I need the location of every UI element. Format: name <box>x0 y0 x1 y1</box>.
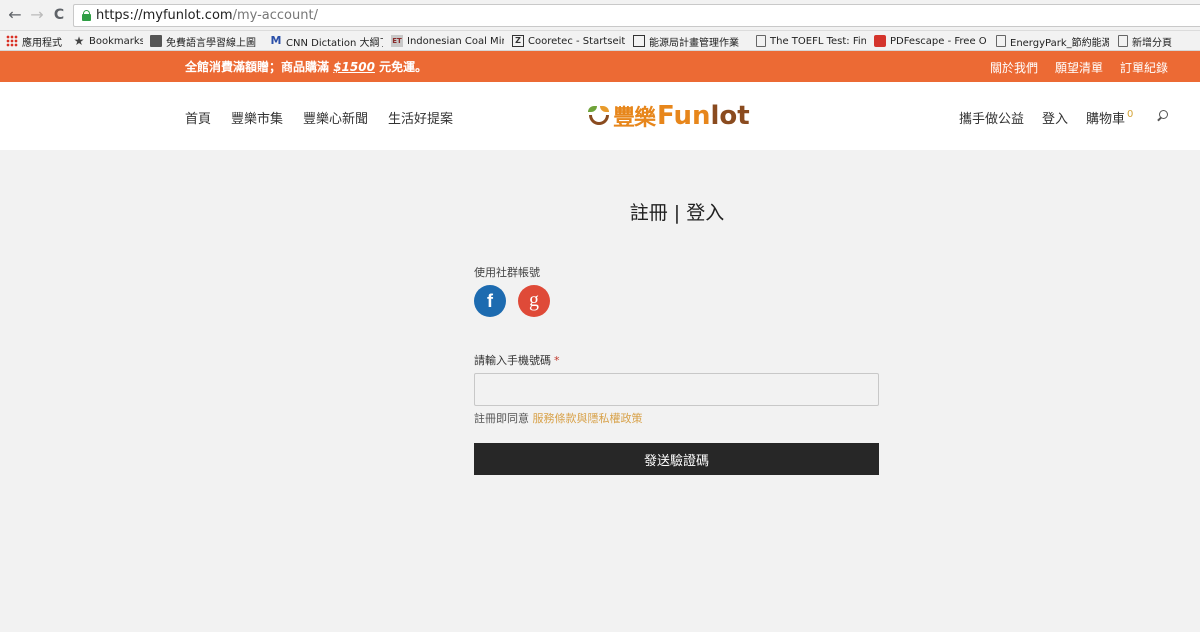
promo-links: 關於我們 願望清單 訂單紀錄 <box>990 59 1168 76</box>
promo-text-before: 全館消費滿額贈；商品購滿 <box>185 60 334 74</box>
back-arrow-icon[interactable]: ← <box>6 6 24 24</box>
nav-login[interactable]: 登入 <box>1042 108 1068 127</box>
image-icon <box>150 35 162 47</box>
et-logo-icon: ET <box>391 35 403 47</box>
forward-arrow-icon[interactable]: → <box>28 6 46 24</box>
z-logo-icon: Z <box>512 35 524 47</box>
phone-label-text: 請輸入手機號碼 <box>474 354 551 367</box>
facebook-icon: f <box>487 291 493 311</box>
logo-english: Funlot <box>657 101 750 131</box>
nav-lifestyle[interactable]: 生活好提案 <box>388 108 453 127</box>
nav-cart[interactable]: 購物車 0 <box>1086 108 1133 127</box>
google-icon: g <box>529 289 539 311</box>
bookmark-label: 新增分頁 <box>1132 37 1172 49</box>
bookmark-item[interactable]: 新增分頁 <box>1118 33 1198 49</box>
lock-icon <box>82 10 91 21</box>
bookmark-label: 應用程式 <box>22 37 62 49</box>
logo-en-lot: lot <box>710 101 750 131</box>
wishlist-link[interactable]: 願望清單 <box>1055 59 1103 76</box>
bookmark-item[interactable]: The TOEFL Test: Find <box>756 33 866 49</box>
bookmark-label: Bookmarks <box>89 35 143 47</box>
site-header: 首頁 豐樂市集 豐樂心新聞 生活好提案 豐樂 Funlot 攜手做公益 登入 購… <box>0 82 1200 150</box>
url-text: https://myfunlot.com/my-account/ <box>96 8 318 23</box>
pdf-icon <box>874 35 886 47</box>
logo-bowl-icon <box>586 102 612 130</box>
terms-privacy-link[interactable]: 服務條款與隱私權政策 <box>533 412 643 425</box>
promo-text-after: 元免運。 <box>374 60 428 74</box>
nav-news[interactable]: 豐樂心新聞 <box>303 108 368 127</box>
bookmark-item[interactable]: PDFescape - Free On <box>874 33 987 49</box>
google-login-button[interactable]: g <box>518 285 550 317</box>
document-icon <box>1118 35 1128 47</box>
cart-label: 購物車 <box>1086 112 1126 127</box>
promo-amount: $1500 <box>333 60 375 74</box>
url-path: /my-account/ <box>232 8 318 23</box>
promo-bar: 全館消費滿額贈；商品購滿 $1500 元免運。 關於我們 願望清單 訂單紀錄 <box>0 51 1200 82</box>
order-history-link[interactable]: 訂單紀錄 <box>1120 59 1168 76</box>
facebook-login-button[interactable]: f <box>474 285 506 317</box>
cart-count-badge: 0 <box>1127 109 1134 120</box>
reload-icon[interactable]: C <box>50 6 68 24</box>
star-icon: ★ <box>73 34 85 48</box>
document-icon <box>756 35 766 47</box>
bookmark-label: Cooretec - Startseite <box>528 35 625 47</box>
logo-chinese: 豐樂 <box>613 105 656 131</box>
browser-toolbar: ← → C https://myfunlot.com/my-account/ <box>0 0 1200 31</box>
terms-notice: 註冊即同意 服務條款與隱私權政策 <box>474 410 643 426</box>
about-us-link[interactable]: 關於我們 <box>990 59 1038 76</box>
url-host: https://myfunlot.com <box>96 8 233 23</box>
bookmark-label: Indonesian Coal Min <box>407 35 504 47</box>
bookmark-item[interactable]: ★ Bookmarks <box>73 33 143 49</box>
bookmark-item[interactable]: 能源局計畫管理作業 <box>633 33 746 49</box>
bookmark-item[interactable]: 應用程式 <box>6 33 68 49</box>
address-bar[interactable]: https://myfunlot.com/my-account/ <box>73 4 1200 27</box>
send-verification-code-button[interactable]: 發送驗證碼 <box>474 443 879 475</box>
bookmark-label: CNN Dictation 大綱了 <box>286 37 383 49</box>
bookmark-item[interactable]: EnergyPark_節約能源 <box>996 33 1109 49</box>
bookmark-label: EnergyPark_節約能源 <box>1010 37 1109 49</box>
chart-icon <box>633 35 645 47</box>
phone-number-input[interactable] <box>474 373 879 406</box>
phone-field-label: 請輸入手機號碼 * <box>474 352 560 368</box>
bookmark-item[interactable]: ET Indonesian Coal Min <box>391 33 504 49</box>
bookmark-label: The TOEFL Test: Find <box>770 35 866 47</box>
nav-charity[interactable]: 攜手做公益 <box>959 108 1024 127</box>
site-logo[interactable]: 豐樂 Funlot <box>586 100 750 132</box>
main-nav: 首頁 豐樂市集 豐樂心新聞 生活好提案 <box>185 108 453 127</box>
social-login-label: 使用社群帳號 <box>474 266 540 279</box>
logo-en-fun: Fun <box>657 101 711 131</box>
bookmark-label: 能源局計畫管理作業 <box>649 37 739 49</box>
account-nav: 攜手做公益 登入 購物車 0 <box>959 108 1151 127</box>
bookmark-item[interactable]: M CNN Dictation 大綱了 <box>270 33 383 49</box>
document-icon <box>996 35 1006 47</box>
search-icon[interactable] <box>1156 110 1168 122</box>
bookmark-item[interactable]: 免費語言學習線上圖 <box>150 33 263 49</box>
bookmark-item[interactable]: Z Cooretec - Startseite <box>512 33 625 49</box>
page-title: 註冊 | 登入 <box>629 202 725 224</box>
promo-message: 全館消費滿額贈；商品購滿 $1500 元免運。 <box>185 58 427 75</box>
apps-grid-icon <box>6 35 18 47</box>
bookmark-label: 免費語言學習線上圖 <box>166 37 256 49</box>
m-logo-icon: M <box>270 34 282 47</box>
nav-market[interactable]: 豐樂市集 <box>231 108 283 127</box>
bookmarks-bar: 應用程式 ★ Bookmarks 免費語言學習線上圖 M CNN Dictation… <box>0 31 1200 51</box>
terms-prefix: 註冊即同意 <box>474 412 533 425</box>
bookmark-label: PDFescape - Free On <box>890 35 987 47</box>
required-mark: * <box>554 354 560 367</box>
nav-home[interactable]: 首頁 <box>185 108 211 127</box>
